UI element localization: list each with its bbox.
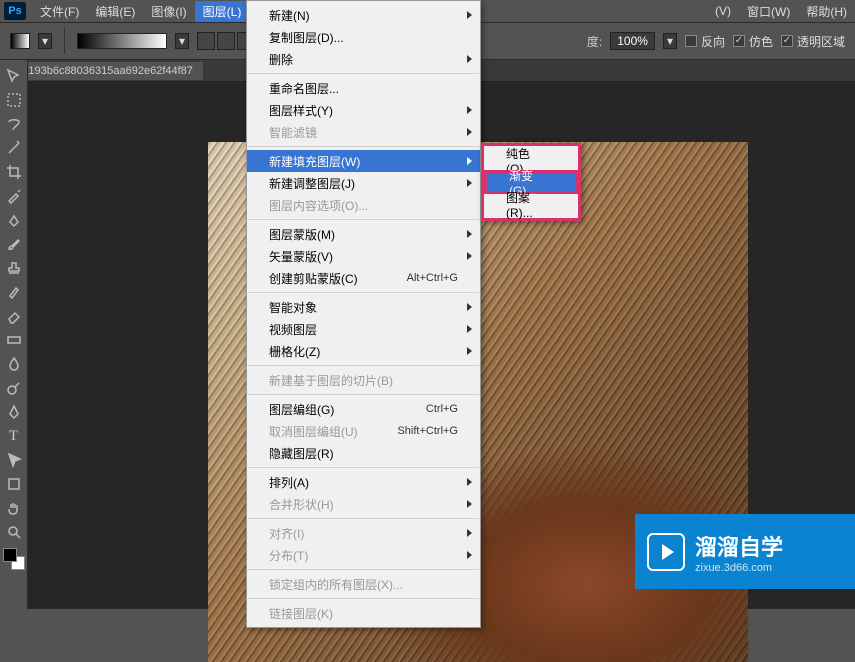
blur-tool-icon[interactable] xyxy=(3,353,25,375)
hand-tool-icon[interactable] xyxy=(3,497,25,519)
reverse-checkbox[interactable]: 反向 xyxy=(685,33,725,50)
move-tool-icon[interactable] xyxy=(3,65,25,87)
watermark: 溜溜自学 zixue.3d66.com xyxy=(635,514,855,589)
heal-tool-icon[interactable] xyxy=(3,209,25,231)
menu-item[interactable]: 新建(N) xyxy=(247,4,480,26)
gradient-radial-icon[interactable] xyxy=(217,32,235,50)
watermark-title: 溜溜自学 xyxy=(695,530,783,562)
opacity-dropdown-icon[interactable]: ▾ xyxy=(663,33,677,49)
menu-item[interactable]: 复制图层(D)... xyxy=(247,26,480,48)
type-tool-icon[interactable]: T xyxy=(3,425,25,447)
preset-dropdown-icon[interactable]: ▾ xyxy=(38,33,52,49)
menu-item[interactable]: 重命名图层... xyxy=(247,77,480,99)
gradient-preview[interactable] xyxy=(77,33,167,49)
zoom-tool-icon[interactable] xyxy=(3,521,25,543)
gradient-linear-icon[interactable] xyxy=(197,32,215,50)
lasso-tool-icon[interactable] xyxy=(3,113,25,135)
pen-tool-icon[interactable] xyxy=(3,401,25,423)
dodge-tool-icon[interactable] xyxy=(3,377,25,399)
menu-item: 新建基于图层的切片(B) xyxy=(247,369,480,391)
play-icon xyxy=(647,533,685,571)
menu-item[interactable]: 新建填充图层(W) xyxy=(247,150,480,172)
history-brush-tool-icon[interactable] xyxy=(3,281,25,303)
layer-menu: 新建(N)复制图层(D)...删除重命名图层...图层样式(Y)智能滤镜新建填充… xyxy=(246,0,481,628)
crop-tool-icon[interactable] xyxy=(3,161,25,183)
menu-item[interactable]: 新建调整图层(J) xyxy=(247,172,480,194)
path-select-tool-icon[interactable] xyxy=(3,449,25,471)
marquee-tool-icon[interactable] xyxy=(3,89,25,111)
menu-item[interactable]: 矢量蒙版(V) xyxy=(247,245,480,267)
menu-item[interactable]: 创建剪贴蒙版(C)Alt+Ctrl+G xyxy=(247,267,480,289)
stamp-tool-icon[interactable] xyxy=(3,257,25,279)
menu-item[interactable]: 栅格化(Z) xyxy=(247,340,480,362)
menu-item[interactable]: 智能对象 xyxy=(247,296,480,318)
gradient-dropdown-icon[interactable]: ▾ xyxy=(175,33,189,49)
shape-tool-icon[interactable] xyxy=(3,473,25,495)
menu-item: 取消图层编组(U)Shift+Ctrl+G xyxy=(247,420,480,442)
toolbar: T xyxy=(0,60,28,609)
menu-image[interactable]: 图像(I) xyxy=(143,1,194,22)
brush-tool-icon[interactable] xyxy=(3,233,25,255)
menu-item[interactable]: 图层编组(G)Ctrl+G xyxy=(247,398,480,420)
menu-item: 链接图层(K) xyxy=(247,602,480,624)
opacity-value[interactable]: 100% xyxy=(610,32,655,50)
menu-item[interactable]: 删除 xyxy=(247,48,480,70)
menu-window[interactable]: 窗口(W) xyxy=(739,1,798,22)
menu-item: 合并形状(H) xyxy=(247,493,480,515)
menu-item: 分布(T) xyxy=(247,544,480,566)
menu-layer[interactable]: 图层(L) xyxy=(195,1,250,22)
transparency-checkbox[interactable]: ✓透明区域 xyxy=(781,33,845,50)
menu-item[interactable]: 隐藏图层(R) xyxy=(247,442,480,464)
menu-help[interactable]: 帮助(H) xyxy=(798,1,855,22)
menu-item: 锁定组内的所有图层(X)... xyxy=(247,573,480,595)
menu-item[interactable]: 视频图层 xyxy=(247,318,480,340)
menu-file[interactable]: 文件(F) xyxy=(32,1,87,22)
wand-tool-icon[interactable] xyxy=(3,137,25,159)
gradient-tool-icon[interactable] xyxy=(3,329,25,351)
eyedropper-tool-icon[interactable] xyxy=(3,185,25,207)
menu-item[interactable]: 图层蒙版(M) xyxy=(247,223,480,245)
tool-preset-icon[interactable] xyxy=(10,33,30,49)
dither-checkbox[interactable]: ✓仿色 xyxy=(733,33,773,50)
fill-layer-submenu: 纯色(O)...渐变(G)...图案(R)... xyxy=(481,143,581,221)
menu-view[interactable]: (V) xyxy=(707,2,739,20)
opacity-label: 度: xyxy=(587,33,602,50)
eraser-tool-icon[interactable] xyxy=(3,305,25,327)
menu-item: 智能滤镜 xyxy=(247,121,480,143)
document-tab[interactable]: 707193b6c88036315aa692e62f44f87 xyxy=(0,62,203,80)
watermark-url: zixue.3d66.com xyxy=(695,562,783,574)
menu-item[interactable]: 排列(A) xyxy=(247,471,480,493)
color-swatches[interactable] xyxy=(3,548,25,570)
menu-item: 对齐(I) xyxy=(247,522,480,544)
menu-item: 图层内容选项(O)... xyxy=(247,194,480,216)
menu-edit[interactable]: 编辑(E) xyxy=(87,1,143,22)
menu-item[interactable]: 图层样式(Y) xyxy=(247,99,480,121)
submenu-item[interactable]: 图案(R)... xyxy=(484,193,578,215)
ps-logo: Ps xyxy=(4,2,26,20)
